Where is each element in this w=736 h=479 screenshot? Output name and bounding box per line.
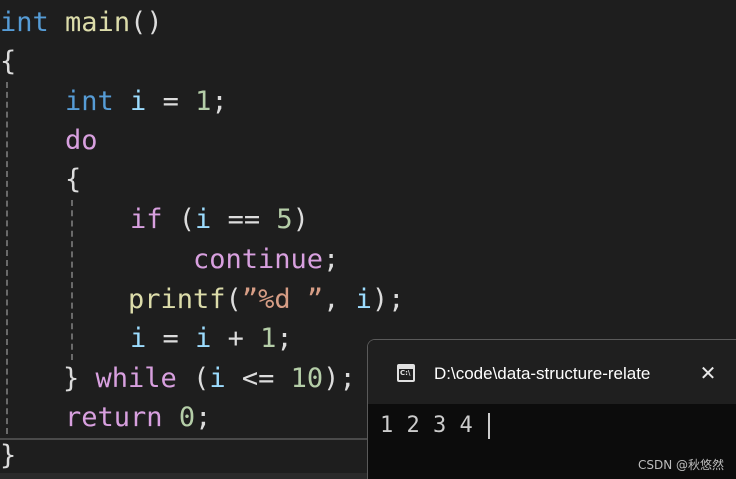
variable-i: i xyxy=(195,323,212,354)
number-literal: 0 xyxy=(178,402,196,433)
indent-guide-inner xyxy=(71,200,73,360)
code-line-5: { xyxy=(65,160,81,199)
console-output-text: 1 2 3 4 xyxy=(380,413,486,438)
keyword-int: int xyxy=(65,86,114,117)
paren-open: ( xyxy=(225,284,242,315)
number-literal: 1 xyxy=(195,86,212,117)
keyword-while: while xyxy=(95,363,177,394)
brace-close: } xyxy=(63,363,80,394)
keyword-return: return xyxy=(65,402,163,433)
paren-open: ( xyxy=(178,204,196,235)
semicolon: ; xyxy=(323,244,340,275)
number-literal: 10 xyxy=(290,363,324,394)
code-line-9: i = i + 1; xyxy=(130,319,293,358)
keyword-if: if xyxy=(130,204,163,235)
operator-equals: == xyxy=(227,204,261,235)
semicolon: ; xyxy=(195,402,212,433)
console-icon-glyph: C:\ xyxy=(400,369,411,377)
text-cursor xyxy=(487,413,490,439)
operator-assign: = xyxy=(162,86,179,117)
brace-open: { xyxy=(65,164,82,195)
variable-i: i xyxy=(130,86,147,117)
brace-close: } xyxy=(0,440,17,471)
number-literal: 5 xyxy=(276,204,293,235)
variable-i: i xyxy=(130,323,147,354)
indent-guide-outer xyxy=(6,82,8,434)
semicolon: ; xyxy=(276,323,293,354)
operator-assign: = xyxy=(162,323,179,354)
variable-i: i xyxy=(355,284,372,315)
console-output[interactable]: 1 2 3 4 xyxy=(380,410,490,442)
semicolon: ; xyxy=(388,284,405,315)
console-titlebar[interactable]: C:\ D:\code\data-structure-relate ✕ xyxy=(368,340,736,404)
function-printf: printf xyxy=(128,284,226,315)
code-line-11: return 0; xyxy=(65,398,211,437)
code-line-10: } while (i <= 10); xyxy=(63,359,356,398)
close-icon[interactable]: ✕ xyxy=(694,359,722,387)
code-line-1: int main() xyxy=(0,3,163,42)
parens: () xyxy=(130,7,163,38)
variable-i: i xyxy=(209,363,226,394)
semicolon: ; xyxy=(211,86,228,117)
console-title: D:\code\data-structure-relate xyxy=(434,364,651,383)
code-line-6: if (i == 5) xyxy=(130,200,309,239)
function-main: main xyxy=(65,7,131,38)
code-editor[interactable]: int main() { int i = 1; do { if (i == 5)… xyxy=(0,0,736,479)
semicolon: ; xyxy=(339,363,356,394)
paren-close: ) xyxy=(323,363,340,394)
code-line-4: do xyxy=(65,121,98,160)
brace-open: { xyxy=(0,46,17,77)
keyword-continue: continue xyxy=(193,244,324,275)
console-icon: C:\ xyxy=(397,364,415,382)
keyword-do: do xyxy=(65,125,98,156)
operator-plus: + xyxy=(227,323,244,354)
number-literal: 1 xyxy=(260,323,277,354)
variable-i: i xyxy=(195,204,212,235)
string-literal: ”%d ” xyxy=(241,284,324,315)
keyword-int: int xyxy=(0,7,49,38)
paren-close: ) xyxy=(371,284,389,315)
operator-less-equal: <= xyxy=(241,363,275,394)
comma: , xyxy=(323,284,340,315)
code-line-12: } xyxy=(0,436,16,475)
paren-close: ) xyxy=(292,204,309,235)
code-line-3: int i = 1; xyxy=(65,82,228,121)
code-line-7: continue; xyxy=(193,240,339,279)
watermark: CSDN @秋悠然 xyxy=(638,458,725,472)
paren-open: ( xyxy=(193,363,210,394)
code-line-2: { xyxy=(0,42,16,81)
code-line-8: printf(”%d ”, i); xyxy=(128,280,404,319)
